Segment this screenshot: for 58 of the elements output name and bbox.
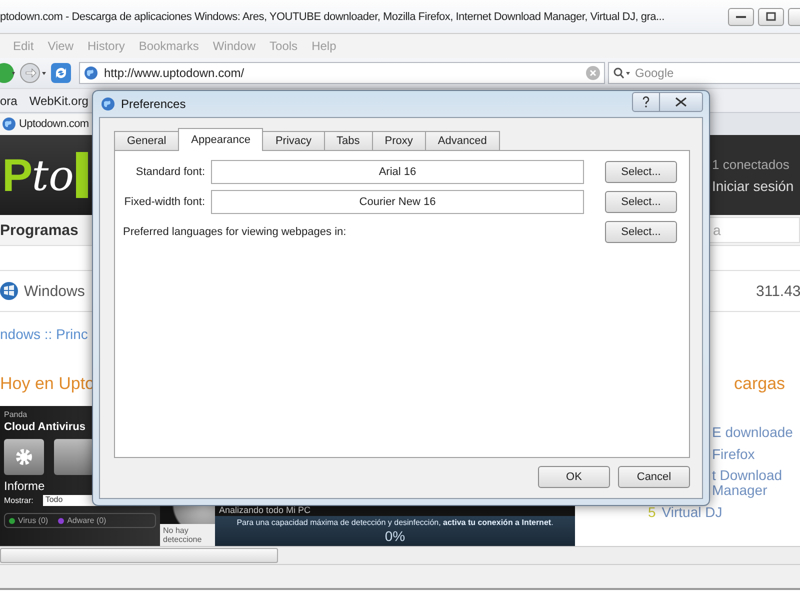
field-label: Standard font: xyxy=(134,166,205,178)
filter-label: Mostrar: xyxy=(4,496,34,505)
rank-number: 5 xyxy=(648,504,656,520)
globe-icon xyxy=(2,117,16,131)
reload-button[interactable] xyxy=(50,62,72,84)
field-label: Preferred languages for viewing webpages in: xyxy=(123,226,348,238)
help-button[interactable] xyxy=(632,92,660,112)
progress-percent: 0% xyxy=(384,528,406,544)
back-button[interactable] xyxy=(0,62,16,84)
search-icon xyxy=(613,67,631,79)
maximize-icon xyxy=(766,12,776,21)
program-count: 311.43 xyxy=(756,282,800,300)
online-count: 1 conectados xyxy=(712,156,790,172)
scrollbar-thumb[interactable] xyxy=(0,548,278,563)
dialog-button[interactable]: OK xyxy=(538,466,610,488)
search-field[interactable]: Google xyxy=(608,62,800,84)
address-field[interactable]: http://www.uptodown.com/ xyxy=(79,62,605,84)
select-button[interactable]: Select... xyxy=(605,191,677,213)
legend-label: Virus (0) xyxy=(18,516,48,525)
minimize-button[interactable] xyxy=(728,8,754,26)
tab[interactable]: General xyxy=(114,131,180,150)
gear-icon xyxy=(14,447,34,467)
help-icon xyxy=(642,96,650,108)
bookmark-link[interactable]: WebKit.org xyxy=(29,94,88,108)
tab[interactable]: Advanced xyxy=(424,131,500,150)
scan-note: Para una capacidad máxima de detección y desinfección, activa tu conexión a Internet. xyxy=(236,518,554,528)
bookmark-link[interactable]: ora xyxy=(0,94,18,108)
window-title: ptodown.com - Descarga de aplicaciones Windows: Ares, YOUTUBE downloader, Mozilla Firefox, Internet Download Manager, Virtual DJ, gra... xyxy=(0,10,666,22)
globe-icon xyxy=(101,97,115,111)
brand-label: Panda xyxy=(4,410,28,419)
legend-label: Adware (0) xyxy=(67,516,106,525)
close-button[interactable] xyxy=(660,92,703,112)
forward-button[interactable] xyxy=(19,62,47,84)
minimize-icon xyxy=(736,14,746,18)
tab[interactable]: Appearance xyxy=(178,128,264,151)
close-icon xyxy=(675,97,687,107)
scan-tile xyxy=(54,439,94,475)
scan-title: Analizando todo Mi PC xyxy=(218,505,312,516)
tab[interactable]: Proxy xyxy=(372,131,426,150)
nav-link[interactable]: Programas xyxy=(0,222,78,238)
globe-icon xyxy=(84,66,98,80)
login-link[interactable]: Iniciar sesión xyxy=(712,178,800,194)
maximize-button[interactable] xyxy=(758,8,784,26)
stop-icon[interactable] xyxy=(586,66,600,80)
report-heading: Informe xyxy=(4,479,46,493)
select-button[interactable]: Select... xyxy=(605,221,677,243)
font-field[interactable]: Courier New 16 xyxy=(211,190,584,214)
section-heading: cargas xyxy=(734,374,786,395)
dialog-button[interactable]: Cancel xyxy=(618,466,690,488)
tab[interactable]: Tabs xyxy=(324,131,373,150)
tab[interactable]: Privacy xyxy=(262,131,325,150)
field-label: Fixed-width font: xyxy=(123,196,205,208)
font-field[interactable]: Arial 16 xyxy=(211,160,584,184)
detections-note: No hay deteccione xyxy=(160,524,215,546)
select-button[interactable]: Select... xyxy=(605,161,677,183)
product-title: Cloud Antivirus xyxy=(4,421,86,433)
category-label: Windows xyxy=(24,282,85,300)
dialog-title: Preferences xyxy=(121,97,187,111)
